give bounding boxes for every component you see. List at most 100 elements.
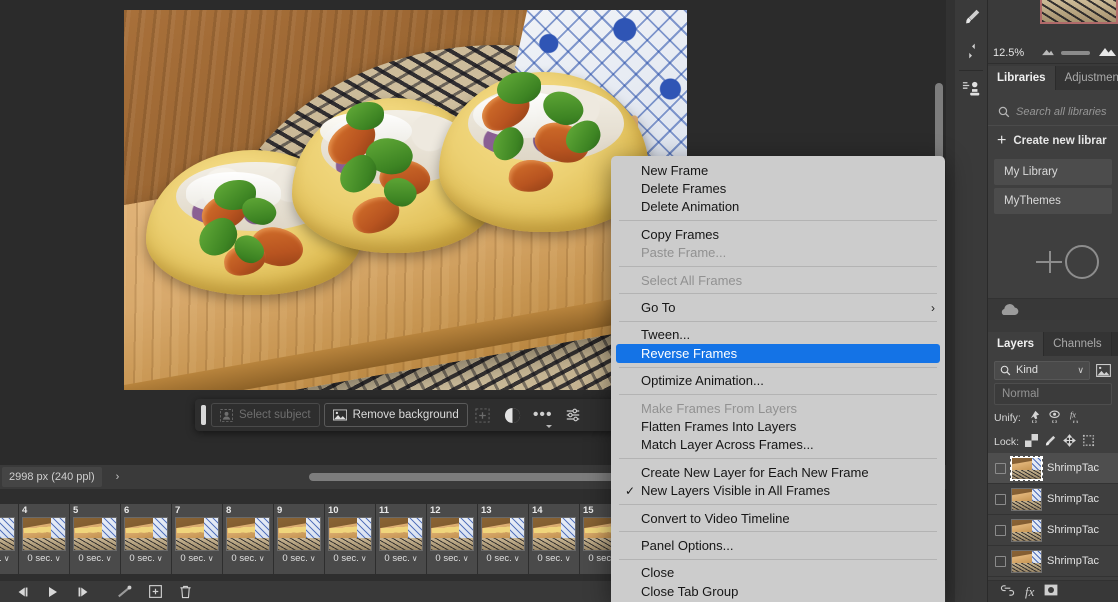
animation-frame[interactable]: 80 sec.∨ bbox=[223, 504, 273, 574]
animation-frame[interactable]: 120 sec.∨ bbox=[427, 504, 477, 574]
frame-delay[interactable]: 0 sec.∨ bbox=[333, 553, 366, 564]
libraries-search-input[interactable]: Search all libraries bbox=[1016, 106, 1106, 118]
layer-visibility-toggle[interactable] bbox=[995, 556, 1006, 567]
libraries-search-row[interactable]: Search all libraries bbox=[988, 98, 1118, 126]
menu-item[interactable]: Tween... bbox=[611, 326, 945, 344]
link-layers-button[interactable] bbox=[1000, 583, 1015, 601]
menu-item[interactable]: Delete Animation bbox=[611, 198, 945, 216]
unify-style-icon[interactable]: fx bbox=[1069, 410, 1084, 426]
blend-mode-select[interactable]: Normal bbox=[994, 383, 1112, 405]
layer-thumbnail[interactable] bbox=[1011, 457, 1042, 480]
navigator-thumbnail[interactable] bbox=[1040, 0, 1118, 24]
add-layer-mask-button[interactable] bbox=[1044, 583, 1058, 601]
remove-background-button[interactable]: Remove background bbox=[324, 403, 468, 427]
frame-delay[interactable]: 0 sec.∨ bbox=[0, 553, 10, 564]
toolbar-settings-button[interactable] bbox=[558, 402, 588, 428]
create-new-library-button[interactable]: + Create new librar bbox=[988, 126, 1118, 156]
animation-frame[interactable]: 40 sec.∨ bbox=[19, 504, 69, 574]
frame-delay[interactable]: 0 sec.∨ bbox=[282, 553, 315, 564]
frame-delay[interactable]: 0 sec.∨ bbox=[129, 553, 162, 564]
tween-button[interactable] bbox=[110, 581, 140, 602]
unify-visibility-icon[interactable] bbox=[1048, 410, 1063, 426]
zoom-slider[interactable] bbox=[1061, 51, 1090, 55]
tab-adjustments[interactable]: Adjustmen bbox=[1056, 66, 1118, 90]
transform-selection-button[interactable] bbox=[468, 402, 498, 428]
canvas-horizontal-scrollbar[interactable] bbox=[309, 473, 639, 481]
tab-channels[interactable]: Channels bbox=[1044, 332, 1112, 356]
layer-style-fx-button[interactable]: fx bbox=[1025, 584, 1034, 600]
delete-frame-button[interactable] bbox=[170, 581, 200, 602]
menu-item[interactable]: Panel Options... bbox=[611, 536, 945, 554]
document-size-status[interactable]: 2998 px (240 ppl) bbox=[2, 467, 102, 487]
frame-delay[interactable]: 0 sec.∨ bbox=[537, 553, 570, 564]
layers-list[interactable]: ShrimpTac ShrimpTac ShrimpTac ShrimpTac bbox=[988, 453, 1118, 577]
layer-name[interactable]: ShrimpTac bbox=[1047, 462, 1099, 474]
library-item-mythemes[interactable]: MyThemes bbox=[994, 188, 1112, 214]
layer-thumbnail[interactable] bbox=[1011, 488, 1042, 511]
menu-item[interactable]: Reverse Frames bbox=[616, 344, 940, 362]
menu-item[interactable]: Go To› bbox=[611, 298, 945, 316]
play-animation-button[interactable] bbox=[38, 581, 68, 602]
select-first-frame-button[interactable] bbox=[8, 581, 38, 602]
layer-name[interactable]: ShrimpTac bbox=[1047, 555, 1099, 567]
unify-position-icon[interactable] bbox=[1027, 410, 1042, 426]
filter-pixel-layers-button[interactable] bbox=[1095, 362, 1112, 379]
more-options-button[interactable]: ••• bbox=[528, 402, 558, 428]
layer-name[interactable]: ShrimpTac bbox=[1047, 493, 1099, 505]
menu-item[interactable]: Close bbox=[611, 564, 945, 582]
layer-thumbnail[interactable] bbox=[1011, 519, 1042, 542]
menu-item[interactable]: Match Layer Across Frames... bbox=[611, 436, 945, 454]
layer-row[interactable]: ShrimpTac bbox=[988, 515, 1118, 546]
animation-frame[interactable]: 110 sec.∨ bbox=[376, 504, 426, 574]
select-next-frame-button[interactable] bbox=[68, 581, 98, 602]
frame-delay[interactable]: 0 sec.∨ bbox=[180, 553, 213, 564]
gradient-tool-button[interactable] bbox=[955, 34, 988, 68]
animation-frame[interactable]: 130 sec.∨ bbox=[478, 504, 528, 574]
zoom-in-mountain-icon[interactable] bbox=[1098, 45, 1116, 60]
document-canvas-image[interactable] bbox=[124, 10, 687, 390]
menu-item[interactable]: Close Tab Group bbox=[611, 582, 945, 600]
animation-frame[interactable]: 100 sec.∨ bbox=[325, 504, 375, 574]
frame-delay[interactable]: 0 sec.∨ bbox=[231, 553, 264, 564]
animation-frame[interactable]: 50 sec.∨ bbox=[70, 504, 120, 574]
lock-position-icon[interactable] bbox=[1063, 434, 1076, 450]
tab-libraries[interactable]: Libraries bbox=[988, 66, 1056, 90]
menu-item[interactable]: Optimize Animation... bbox=[611, 372, 945, 390]
menu-item[interactable]: Copy Frames bbox=[611, 225, 945, 243]
animation-frame[interactable]: 60 sec.∨ bbox=[121, 504, 171, 574]
menu-item[interactable]: Create New Layer for Each New Frame bbox=[611, 463, 945, 481]
layer-filter-kind-select[interactable]: Kind ∨ bbox=[994, 361, 1090, 380]
menu-item[interactable]: New Frame bbox=[611, 161, 945, 179]
menu-item[interactable]: ✓New Layers Visible in All Frames bbox=[611, 481, 945, 499]
frame-delay[interactable]: 0 sec.∨ bbox=[435, 553, 468, 564]
layer-row[interactable]: ShrimpTac bbox=[988, 546, 1118, 577]
animation-frame[interactable]: 30 sec.∨ bbox=[0, 504, 18, 574]
frame-delay[interactable]: 0 sec.∨ bbox=[486, 553, 519, 564]
menu-item[interactable]: Flatten Frames Into Layers bbox=[611, 417, 945, 435]
layer-row[interactable]: ShrimpTac bbox=[988, 453, 1118, 484]
zoom-level-value[interactable]: 12.5% bbox=[988, 47, 1036, 59]
contextual-task-bar[interactable]: Select subject Remove background bbox=[195, 399, 620, 431]
animation-frame[interactable]: 90 sec.∨ bbox=[274, 504, 324, 574]
layer-thumbnail[interactable] bbox=[1011, 550, 1042, 573]
layer-visibility-toggle[interactable] bbox=[995, 494, 1006, 505]
adjustment-button[interactable] bbox=[498, 402, 528, 428]
lock-transparent-pixels-icon[interactable] bbox=[1025, 434, 1038, 450]
lock-image-pixels-icon[interactable] bbox=[1044, 434, 1057, 450]
lock-artboard-icon[interactable] bbox=[1082, 434, 1095, 450]
animation-frame[interactable]: 70 sec.∨ bbox=[172, 504, 222, 574]
animation-frame[interactable]: 140 sec.∨ bbox=[529, 504, 579, 574]
zoom-out-mountain-icon[interactable] bbox=[1040, 47, 1055, 59]
frame-delay[interactable]: 0 sec.∨ bbox=[384, 553, 417, 564]
timeline-panel-context-menu[interactable]: New FrameDelete FramesDelete AnimationCo… bbox=[611, 156, 945, 602]
brush-tool-button[interactable] bbox=[955, 0, 988, 34]
layer-visibility-toggle[interactable] bbox=[995, 525, 1006, 536]
select-subject-button[interactable]: Select subject bbox=[211, 403, 320, 427]
frame-delay[interactable]: 0 sec.∨ bbox=[27, 553, 60, 564]
layer-name[interactable]: ShrimpTac bbox=[1047, 524, 1099, 536]
menu-item[interactable]: Convert to Video Timeline bbox=[611, 509, 945, 527]
clone-stamp-tool-button[interactable] bbox=[955, 73, 988, 107]
duplicate-frame-button[interactable] bbox=[140, 581, 170, 602]
layer-visibility-toggle[interactable] bbox=[995, 463, 1006, 474]
frame-delay[interactable]: 0 sec.∨ bbox=[78, 553, 111, 564]
